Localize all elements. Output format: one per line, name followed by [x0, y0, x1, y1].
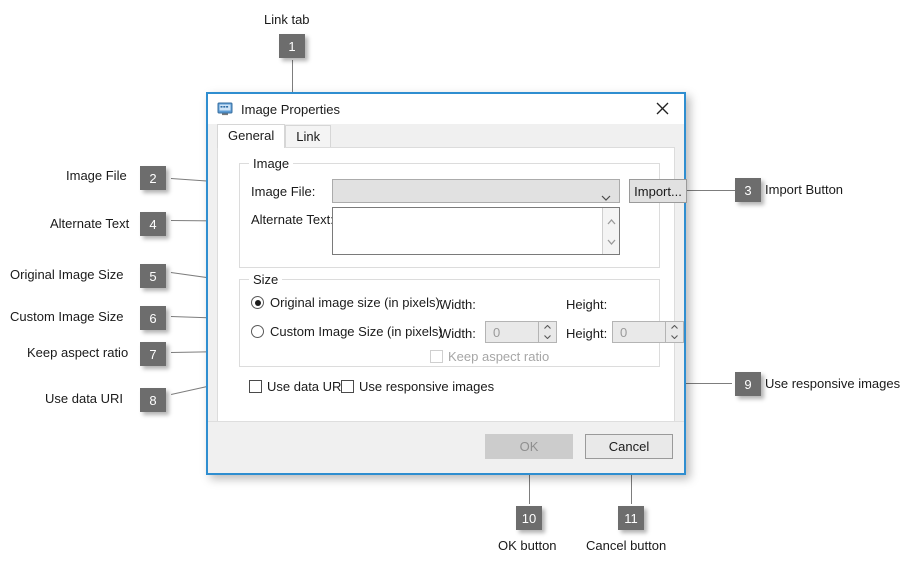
close-icon[interactable]: [640, 94, 684, 123]
chevron-down-icon[interactable]: [607, 232, 616, 250]
callout-badge-7: 7: [140, 342, 166, 366]
image-file-label: Image File:: [251, 184, 316, 199]
callout-badge-11: 11: [618, 506, 644, 530]
size-groupbox: Size Original image size (in pixels): Wi…: [239, 272, 684, 367]
image-properties-dialog: Image Properties General Link Image Imag…: [206, 92, 687, 475]
chevron-up-icon[interactable]: [607, 212, 616, 230]
radio-button-original[interactable]: [251, 296, 264, 309]
dialog-footer: OK Cancel: [208, 421, 684, 473]
callout-badge-5: 5: [140, 264, 166, 288]
checkbox-keep-aspect-ratio[interactable]: [430, 350, 443, 363]
spinner-down-icon[interactable]: [539, 332, 556, 342]
general-tab-panel: Image Image File: Import... Alternate Te…: [217, 147, 687, 427]
callout-label-9: Use responsive images: [765, 376, 901, 391]
alternate-text-input[interactable]: [332, 207, 620, 255]
callout-label-8: Use data URI: [45, 391, 124, 406]
dialog-title: Image Properties: [241, 101, 340, 117]
use-responsive-images-label: Use responsive images: [359, 379, 495, 394]
callout-badge-10: 10: [516, 506, 542, 530]
checkbox-use-data-uri[interactable]: [249, 380, 262, 393]
custom-width-stepper[interactable]: 0: [485, 321, 557, 343]
dialog-titlebar[interactable]: Image Properties: [208, 94, 684, 124]
chevron-down-icon: [601, 188, 611, 201]
image-group-title: Image: [249, 156, 294, 171]
custom-width-spin-buttons[interactable]: [538, 322, 556, 342]
custom-width-value[interactable]: 0: [493, 325, 538, 340]
custom-height-value[interactable]: 0: [620, 325, 665, 340]
callout-badge-2: 2: [140, 166, 166, 190]
callout-badge-6: 6: [140, 306, 166, 330]
callout-label-4: Alternate Text: [50, 216, 130, 231]
use-data-uri-label: Use data URI: [267, 379, 346, 394]
screenshot-root: Link tab 1 Image File 2 3 Import Button …: [0, 0, 913, 569]
use-data-uri-checkbox[interactable]: Use data URI: [249, 379, 345, 394]
callout-badge-1: 1: [279, 34, 305, 58]
callout-label-2: Image File: [66, 168, 127, 183]
spinner-up-icon[interactable]: [539, 322, 556, 332]
alternate-text-label: Alternate Text:: [251, 212, 334, 227]
checkbox-use-responsive-images[interactable]: [341, 380, 354, 393]
tab-link[interactable]: Link: [285, 125, 332, 148]
original-width-label: Width:: [439, 297, 476, 312]
original-image-size-label: Original image size (in pixels):: [270, 295, 444, 310]
custom-height-stepper[interactable]: 0: [612, 321, 684, 343]
callout-badge-8: 8: [140, 388, 166, 412]
size-group-title: Size: [249, 272, 283, 287]
callout-label-11: Cancel button: [586, 538, 667, 553]
tab-strip: General Link: [217, 124, 684, 148]
alternate-text-scrollbar[interactable]: [602, 208, 619, 254]
image-properties-icon: [217, 101, 233, 117]
callout-label-6: Custom Image Size: [10, 309, 124, 324]
image-file-combo[interactable]: [332, 179, 620, 203]
callout-badge-4: 4: [140, 212, 166, 236]
spinner-down-icon[interactable]: [666, 332, 683, 342]
keep-aspect-ratio-checkbox[interactable]: Keep aspect ratio: [430, 349, 549, 364]
use-responsive-images-checkbox[interactable]: Use responsive images: [341, 379, 494, 394]
callout-label-7: Keep aspect ratio: [27, 345, 129, 360]
spinner-up-icon[interactable]: [666, 322, 683, 332]
custom-height-spin-buttons[interactable]: [665, 322, 683, 342]
callout-label-1: Link tab: [264, 12, 310, 27]
custom-height-label: Height:: [566, 326, 608, 341]
custom-image-size-radio[interactable]: Custom Image Size (in pixels): [251, 324, 443, 339]
custom-width-label: Width:: [439, 326, 476, 341]
callout-badge-9: 9: [735, 372, 761, 396]
original-image-size-radio[interactable]: Original image size (in pixels):: [251, 295, 443, 310]
custom-image-size-label: Custom Image Size (in pixels): [270, 324, 443, 339]
import-button[interactable]: Import...: [629, 179, 687, 203]
ok-button[interactable]: OK: [485, 434, 573, 459]
original-height-label: Height:: [566, 297, 608, 312]
cancel-button[interactable]: Cancel: [585, 434, 673, 459]
callout-label-5: Original Image Size: [10, 267, 124, 282]
keep-aspect-ratio-label: Keep aspect ratio: [448, 349, 550, 364]
radio-button-custom[interactable]: [251, 325, 264, 338]
callout-label-10: OK button: [498, 538, 557, 553]
callout-label-3: Import Button: [765, 182, 844, 197]
callout-badge-3: 3: [735, 178, 761, 202]
image-groupbox: Image Image File: Import... Alternate Te…: [239, 156, 687, 268]
tab-general[interactable]: General: [217, 124, 286, 148]
